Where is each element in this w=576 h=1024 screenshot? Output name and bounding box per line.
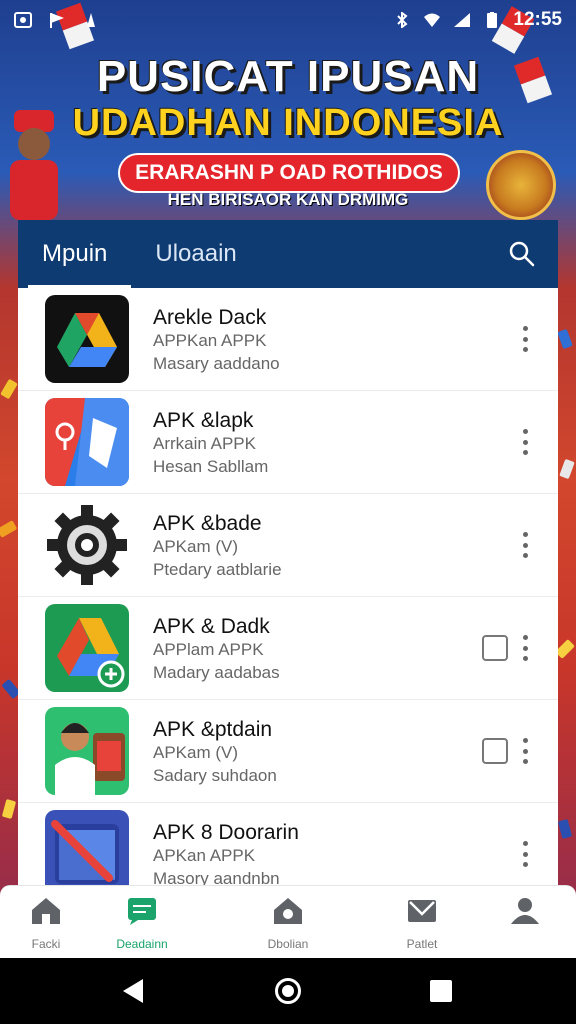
more-options-icon[interactable]	[522, 635, 528, 661]
confetti	[555, 639, 575, 659]
banner-title-line2: UDADHAN INDONESIA	[72, 102, 504, 144]
list-item[interactable]: APK &ptdain APKam (V) Sadary suhdaon	[18, 700, 558, 803]
maps-icon	[45, 398, 129, 486]
bluetooth-icon	[397, 12, 408, 28]
tab-uloaain[interactable]: Uloaain	[131, 220, 260, 288]
recents-icon[interactable]	[430, 980, 452, 1002]
app-title: APK &bade	[153, 511, 262, 535]
cell-signal-icon	[454, 13, 471, 27]
confetti	[0, 378, 18, 400]
nav-item-facki[interactable]: Facki	[0, 896, 94, 951]
more-options-icon[interactable]	[522, 429, 528, 455]
tab-bar: Mpuin Uloaain	[18, 220, 558, 288]
tab-mpuin[interactable]: Mpuin	[18, 220, 132, 288]
install-icon[interactable]	[482, 635, 508, 661]
nav-label: Patlet	[406, 937, 438, 951]
list-item[interactable]: APK &lapk Arrkain APPK Hesan Sabllam	[18, 391, 558, 494]
app-description: Masary aaddano	[153, 353, 280, 373]
app-list: Arekle Dack APPKan APPK Masary aaddano A…	[18, 288, 558, 900]
banner-title-line1: PUSICAT IPUSAN	[96, 52, 480, 101]
list-item[interactable]: APK &bade APKam (V) Ptedary aatblarie	[18, 494, 558, 597]
app-title: APK &lapk	[153, 408, 254, 432]
house-badge-icon	[274, 898, 302, 924]
gear-icon	[45, 501, 129, 589]
status-bar: 12:55	[0, 0, 576, 40]
back-icon[interactable]	[123, 979, 143, 1003]
profile-icon	[511, 898, 539, 924]
drive-triangle-dark-icon	[45, 295, 129, 383]
nav-item-deadainn[interactable]: Deadainn	[94, 896, 190, 951]
confetti	[0, 520, 18, 538]
app-description: Masory aandnbn	[153, 868, 280, 888]
nav-label: Dbolian	[267, 937, 309, 951]
nav-label: Facki	[31, 937, 61, 951]
status-time: 12:55	[513, 9, 562, 30]
person-illustration-icon	[45, 707, 129, 795]
bottom-navigation: Facki Deadainn Dbolian Patlet	[0, 885, 576, 958]
install-icon[interactable]	[482, 738, 508, 764]
app-subtitle: APKan APPK	[153, 845, 256, 865]
flag-notification-icon	[50, 13, 64, 28]
app-title: Arekle Dack	[153, 305, 267, 329]
wifi-icon	[424, 13, 441, 27]
drive-triangle-green-icon	[45, 604, 129, 692]
app-title: APK & Dadk	[153, 614, 270, 638]
confetti	[557, 328, 573, 350]
home-icon	[32, 898, 60, 924]
app-description: Madary aadabas	[153, 662, 280, 682]
banner-pill: ERARASHN P OAD ROTHIDOS	[118, 153, 460, 193]
nav-label: Deadainn	[116, 937, 168, 951]
app-panel: Mpuin Uloaain Arekle Dack APPKan APPK Ma…	[18, 220, 558, 900]
more-options-icon[interactable]	[522, 326, 528, 352]
app-subtitle: APKam (V)	[153, 536, 239, 556]
app-description: Ptedary aatblarie	[153, 559, 282, 579]
app-subtitle: APPKan APPK	[153, 330, 267, 350]
banner-subtitle: HEN BIRISAOR KAN DRMIMG	[167, 190, 409, 209]
app-subtitle: APPlam APPK	[153, 639, 264, 659]
confetti	[557, 819, 573, 839]
nav-item-profile[interactable]	[477, 896, 573, 937]
app-subtitle: Arrkain APPK	[153, 433, 256, 453]
app-notification-icon	[87, 13, 95, 27]
promo-banner[interactable]: PUSICAT IPUSAN UDADHAN INDONESIA ERARASH…	[0, 40, 576, 220]
nav-item-dbolian[interactable]: Dbolian	[240, 896, 336, 951]
confetti	[559, 458, 575, 480]
app-title: APK 8 Doorarin	[153, 820, 299, 844]
home-button-icon[interactable]	[275, 978, 301, 1004]
more-options-icon[interactable]	[522, 532, 528, 558]
app-description: Hesan Sabllam	[153, 456, 269, 476]
system-navigation-bar	[0, 958, 576, 1024]
app-subtitle: APKam (V)	[153, 742, 239, 762]
confetti	[1, 799, 17, 819]
app-description: Sadary suhdaon	[153, 765, 277, 785]
more-options-icon[interactable]	[522, 841, 528, 867]
list-item[interactable]: Arekle Dack APPKan APPK Masary aaddano	[18, 288, 558, 391]
screenshot-icon	[14, 12, 32, 28]
search-icon[interactable]	[508, 240, 536, 268]
list-item[interactable]: APK & Dadk APPlam APPK Madary aadabas	[18, 597, 558, 700]
more-options-icon[interactable]	[522, 738, 528, 764]
mail-icon	[408, 900, 436, 922]
nav-item-patlet[interactable]: Patlet	[374, 896, 470, 951]
chat-icon	[128, 898, 156, 925]
app-title: APK &ptdain	[153, 717, 273, 741]
battery-icon	[487, 12, 498, 28]
